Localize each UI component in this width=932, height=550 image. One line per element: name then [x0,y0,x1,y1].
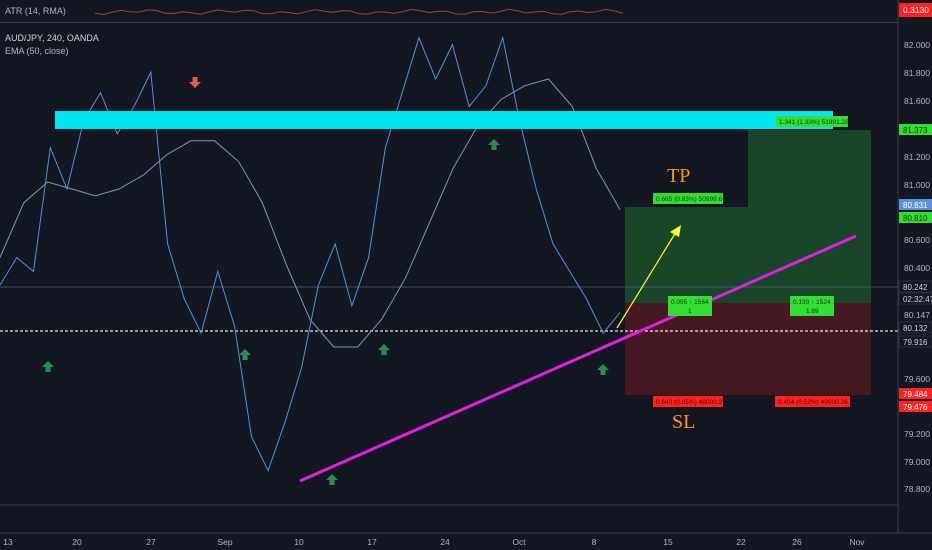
svg-text:80.242: 80.242 [903,283,928,292]
price-badge: 80.810 [899,212,932,223]
svg-text:79.476: 79.476 [903,403,928,412]
x-tick-label: 8 [592,537,597,547]
x-tick-label: 13 [3,537,13,547]
time-axis[interactable]: 13 20 27 Sep 10 17 24 Oct 8 15 22 26 Nov [0,532,932,550]
price-badge: 81.373 [899,124,932,135]
chart-canvas[interactable]: TP SL 1.341 (1.33%) 51891.28 0.665 (0.83… [0,0,932,550]
y-tick-80600: 80.600 [904,235,930,245]
y-tick-82000: 82.000 [904,40,930,50]
y-tick-81200: 81.200 [904,152,930,162]
x-tick-label: 10 [294,537,304,547]
symbol-title: AUD/JPY, 240, OANDA [5,33,99,43]
y-tick-81600: 81.600 [904,96,930,106]
ema-label: EMA (50, close) [5,46,69,56]
sl-info-box-right: 0.404 (0.52%) 49000.26 [775,396,850,407]
price-badge: 79.484 [899,388,932,399]
y-tick-78800: 78.800 [904,484,930,494]
mid-info-box-right: 0.130 ↑ 1524 1.89 [790,296,834,316]
svg-text:02:32:47: 02:32:47 [903,295,932,304]
price-badge: 79.916 [898,335,932,348]
y-tick-80400: 80.400 [904,263,930,273]
mid-info-box-left: 0.095 ↑ 1564 1 [668,296,712,316]
x-tick-label: 27 [146,537,156,547]
svg-text:81.373: 81.373 [903,126,928,135]
svg-text:0.095 ↑ 1564: 0.095 ↑ 1564 [671,299,709,306]
y-tick-80147: 80.147 [904,310,930,320]
x-tick-label: Nov [849,537,865,547]
svg-text:79.484: 79.484 [903,390,928,399]
resistance-zone[interactable] [55,111,833,129]
price-badge: 79.476 [899,401,932,412]
svg-text:0.404 (0.52%) 49000.26: 0.404 (0.52%) 49000.26 [778,399,848,406]
svg-text:1.89: 1.89 [806,308,819,315]
sl-label: SL [672,411,695,433]
y-tick-81800: 81.800 [904,68,930,78]
svg-text:1: 1 [688,308,692,315]
svg-text:0.640 (0.85%) 49000.2: 0.640 (0.85%) 49000.2 [656,399,723,406]
resistance-info-box: 1.341 (1.33%) 51891.28 [776,116,849,127]
price-badge: 80.831 [899,199,932,210]
sl-zone [625,303,871,395]
tp-info-box: 0.665 (0.83%) 50999.6 [653,193,723,204]
price-axis[interactable]: 0.3130 82.000 81.800 81.600 81.200 81.00… [897,0,932,550]
y-tick-81000: 81.000 [904,180,930,190]
svg-text:0.130 ↑ 1524: 0.130 ↑ 1524 [793,299,831,306]
y-tick-79600: 79.600 [904,374,930,384]
price-badge: 02:32:47 [898,292,932,305]
y-tick-79000: 79.000 [904,457,930,467]
x-tick-label: Sep [217,537,232,547]
tp-zone-left [625,207,748,303]
svg-text:80.810: 80.810 [903,214,928,223]
y-tick-79200: 79.200 [904,429,930,439]
x-tick-label: 22 [736,537,746,547]
price-badge: 80.132 [898,321,932,334]
atr-label: ATR (14, RMA) [5,6,66,16]
svg-text:0.665 (0.83%) 50999.6: 0.665 (0.83%) 50999.6 [656,196,723,203]
x-tick-label: 26 [792,537,802,547]
x-tick-label: 17 [367,537,377,547]
x-tick-label: Oct [512,537,526,547]
tp-label: TP [667,165,690,187]
svg-text:79.916: 79.916 [903,338,928,347]
x-tick-label: 15 [663,537,673,547]
svg-text:80.831: 80.831 [903,201,928,210]
svg-text:1.341 (1.33%) 51891.28: 1.341 (1.33%) 51891.28 [779,119,849,126]
sl-info-box-left: 0.640 (0.85%) 49000.2 [653,396,723,407]
price-badge: 80.242 [898,280,932,293]
x-tick-label: 24 [440,537,450,547]
x-tick-label: 20 [72,537,82,547]
svg-text:80.132: 80.132 [903,324,928,333]
atr-value: 0.3130 [903,5,929,15]
